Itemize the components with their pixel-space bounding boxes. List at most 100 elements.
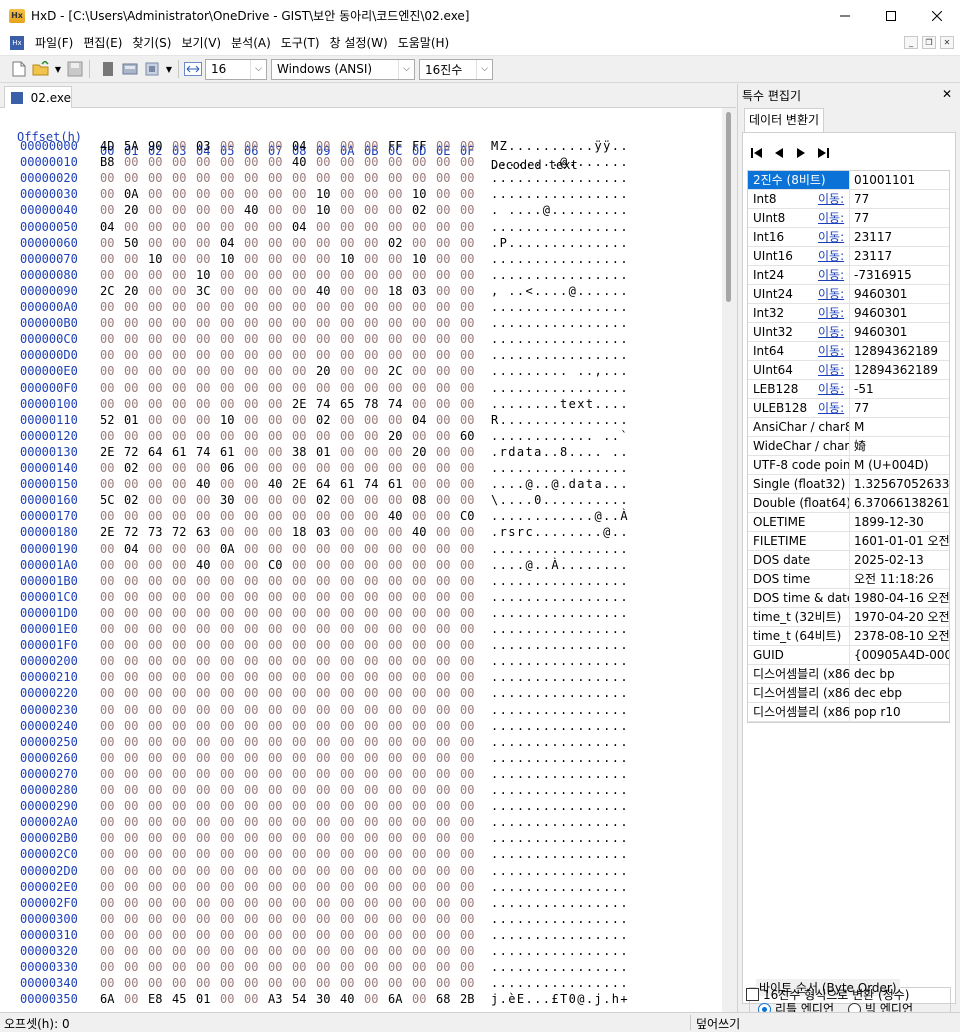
row-bytes[interactable]: 00 00 00 00 00 00 00 00 00 00 00 00 00 00 00 00 [100,622,484,636]
hex-byte[interactable]: 00 [244,493,268,507]
hex-byte[interactable]: 00 [340,960,364,974]
hex-byte[interactable]: 00 [316,847,340,861]
row-bytes[interactable]: 00 00 00 00 00 00 00 00 00 00 00 00 00 00 00 00 [100,590,484,604]
hex-byte[interactable]: 00 [268,155,292,169]
inspector-value[interactable]: 2025-02-13 [850,551,949,569]
new-file-button[interactable] [10,60,28,78]
hex-byte[interactable]: 00 [268,799,292,813]
inspector-value[interactable]: M (U+004D) [850,456,949,474]
hex-byte[interactable]: 00 [172,300,196,314]
hex-byte[interactable]: 00 [172,477,196,491]
hex-byte[interactable]: 00 [340,880,364,894]
hex-byte[interactable]: 00 [100,606,124,620]
hex-byte[interactable]: 00 [316,976,340,990]
row-decoded-text[interactable]: ........text.... [491,397,629,411]
row-decoded-text[interactable]: R............... [491,413,629,427]
hex-byte[interactable]: 00 [316,139,340,153]
hex-byte[interactable]: 00 [196,332,220,346]
hex-byte[interactable]: 00 [460,155,484,169]
hex-byte[interactable]: 00 [292,864,316,878]
hex-byte[interactable]: 00 [460,284,484,298]
hex-byte[interactable]: 00 [316,751,340,765]
hex-byte[interactable]: 10 [412,252,436,266]
row-decoded-text[interactable]: ................ [491,638,629,652]
hex-byte[interactable]: 00 [148,332,172,346]
hex-byte[interactable]: 00 [244,686,268,700]
inspector-value[interactable]: 1.325670526335 [850,475,949,493]
hex-byte[interactable]: 00 [100,542,124,556]
row-bytes[interactable]: 00 00 00 00 00 00 00 00 00 00 00 00 00 00 00 00 [100,574,484,588]
hex-byte[interactable]: 00 [412,847,436,861]
hex-byte[interactable]: 00 [412,429,436,443]
hex-byte[interactable]: 00 [196,236,220,250]
hex-byte[interactable]: 00 [460,332,484,346]
hex-byte[interactable]: 00 [340,686,364,700]
row-decoded-text[interactable]: ......... ..,... [491,364,629,378]
row-bytes[interactable]: 00 00 00 00 00 00 00 00 00 00 00 00 00 00 00 00 [100,960,484,974]
hex-byte[interactable]: 00 [220,316,244,330]
hex-byte[interactable]: 00 [292,252,316,266]
hex-byte[interactable]: 72 [124,525,148,539]
next-button[interactable] [793,145,809,161]
hex-byte[interactable]: 00 [148,896,172,910]
hex-byte[interactable]: 00 [340,203,364,217]
row-bytes[interactable]: 00 00 00 00 00 00 00 00 00 00 00 00 00 00 00 00 [100,332,484,346]
hex-byte[interactable]: 00 [148,670,172,684]
hex-byte[interactable]: 52 [100,413,124,427]
row-decoded-text[interactable]: .rsrc........@.. [491,525,629,539]
hex-byte[interactable]: 00 [388,155,412,169]
hex-byte[interactable]: 00 [172,703,196,717]
hex-byte[interactable]: 00 [436,976,460,990]
hex-byte[interactable]: 00 [148,268,172,282]
hex-byte[interactable]: 00 [388,542,412,556]
row-bytes[interactable]: 00 50 00 00 00 04 00 00 00 00 00 00 02 00 00 00 [100,236,484,250]
hex-byte[interactable]: 00 [436,896,460,910]
hex-byte[interactable]: 00 [244,670,268,684]
inspector-row[interactable]: AnsiChar / char8_tM [748,418,949,437]
hex-byte[interactable]: 00 [340,735,364,749]
row-decoded-text[interactable]: ................ [491,300,629,314]
hex-byte[interactable]: 78 [364,397,388,411]
hex-byte[interactable]: 00 [124,364,148,378]
hex-byte[interactable]: 00 [220,944,244,958]
hex-byte[interactable]: 00 [268,670,292,684]
hex-byte[interactable]: 00 [268,590,292,604]
hex-byte[interactable]: 00 [244,429,268,443]
hex-byte[interactable]: 54 [292,992,316,1006]
hex-byte[interactable]: 00 [172,558,196,572]
hex-byte[interactable]: 00 [292,187,316,201]
hex-byte[interactable]: 00 [340,751,364,765]
hex-byte[interactable]: 00 [172,638,196,652]
hex-byte[interactable]: 00 [436,220,460,234]
hex-byte[interactable]: 00 [148,622,172,636]
row-bytes[interactable]: 00 00 00 00 00 00 00 00 00 00 00 00 00 00 00 00 [100,767,484,781]
row-decoded-text[interactable]: ............@..À [491,509,629,523]
hex-byte[interactable]: 00 [292,799,316,813]
hex-byte[interactable]: 00 [388,670,412,684]
inspector-row[interactable]: Single (float32) 1.325670526335 [748,475,949,494]
hex-byte[interactable]: 00 [364,606,388,620]
hex-byte[interactable]: 00 [268,735,292,749]
goto-link[interactable]: 이동: [818,266,847,284]
hex-byte[interactable]: 00 [364,831,388,845]
hex-byte[interactable]: 00 [388,558,412,572]
hex-byte[interactable]: 00 [148,944,172,958]
hex-byte[interactable]: 00 [268,847,292,861]
hex-byte[interactable]: 00 [196,912,220,926]
inspector-row[interactable]: OLETIME 1899-12-30 [748,513,949,532]
hex-byte[interactable]: 00 [148,397,172,411]
hex-byte[interactable]: 00 [268,831,292,845]
hex-byte[interactable]: 00 [196,509,220,523]
hex-byte[interactable]: 00 [244,461,268,475]
hex-byte[interactable]: 00 [172,429,196,443]
hex-byte[interactable]: 00 [196,654,220,668]
hex-byte[interactable]: 00 [316,316,340,330]
hex-byte[interactable]: 00 [388,316,412,330]
hex-byte[interactable]: 00 [436,139,460,153]
hex-byte[interactable]: 00 [388,348,412,362]
hex-byte[interactable]: 00 [412,783,436,797]
hex-byte[interactable]: 00 [364,638,388,652]
hex-byte[interactable]: 00 [388,220,412,234]
hex-byte[interactable]: 00 [148,284,172,298]
hex-byte[interactable]: 00 [124,686,148,700]
